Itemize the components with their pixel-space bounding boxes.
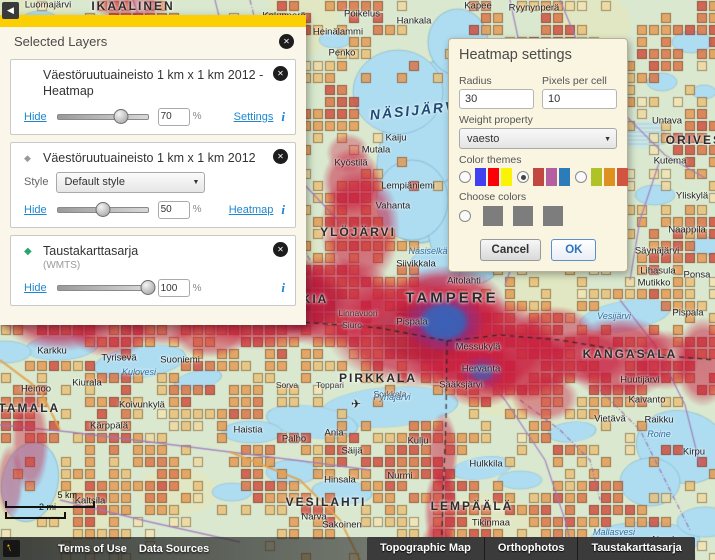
- layer-item-population-grid: ◆ Väestöruutuaineisto 1 km x 1 km 2012 ✕…: [10, 142, 296, 228]
- chevron-down-icon: ▼: [604, 129, 611, 150]
- selected-layers-panel: Selected Layers ✕ Väestöruutuaineisto 1 …: [0, 15, 306, 325]
- layer-info-icon[interactable]: i: [281, 280, 285, 296]
- color-swatch[interactable]: [501, 168, 512, 186]
- layer-info-icon[interactable]: i: [281, 202, 285, 218]
- hide-layer-link[interactable]: Hide: [24, 282, 47, 294]
- weight-property-value: vaesto: [467, 133, 499, 145]
- terms-of-use-link[interactable]: Terms of Use: [58, 543, 127, 555]
- ok-button[interactable]: OK: [551, 239, 596, 261]
- panel-accent-bar: [0, 15, 306, 27]
- theme-radio[interactable]: [575, 171, 587, 183]
- pixels-per-cell-label: Pixels per cell: [542, 75, 617, 87]
- wms-layer-icon: ◆: [24, 153, 31, 164]
- remove-layer-icon[interactable]: ✕: [273, 242, 288, 257]
- color-swatch[interactable]: [591, 168, 602, 186]
- custom-color-swatch[interactable]: [483, 206, 503, 226]
- hide-layer-link[interactable]: Hide: [24, 111, 47, 123]
- scale-km-label: 5 km: [57, 490, 77, 500]
- custom-colors-radio[interactable]: [459, 210, 471, 222]
- chevron-down-icon: ▼: [193, 173, 200, 192]
- weight-property-select[interactable]: vaesto ▼: [459, 128, 617, 149]
- opacity-slider-handle[interactable]: [95, 202, 110, 217]
- color-themes-label: Color themes: [459, 154, 617, 166]
- layer-subtitle: (WMTS): [43, 260, 267, 271]
- cancel-button[interactable]: Cancel: [480, 239, 542, 261]
- remove-layer-icon[interactable]: ✕: [273, 149, 288, 164]
- theme-radio[interactable]: [459, 171, 471, 183]
- opacity-slider-handle[interactable]: [113, 109, 128, 124]
- choose-colors-label: Choose colors: [459, 191, 617, 203]
- dialog-title: Heatmap settings: [459, 47, 617, 63]
- color-swatch[interactable]: [546, 168, 557, 186]
- basemap-topographic-button[interactable]: Topographic Map: [367, 537, 484, 560]
- opacity-slider[interactable]: [57, 285, 149, 291]
- basemap-taustakarttasarja-button[interactable]: Taustakarttasarja: [577, 537, 694, 560]
- chevron-left-icon: ◀: [7, 5, 14, 15]
- opacity-value-input[interactable]: [158, 201, 190, 219]
- layer-title: Taustakarttasarja: [43, 243, 267, 259]
- remove-layer-icon[interactable]: ✕: [273, 66, 288, 81]
- layer-title: Väestöruutuaineisto 1 km x 1 km 2012: [43, 150, 267, 166]
- radius-input[interactable]: [459, 89, 534, 109]
- pixels-per-cell-input[interactable]: [542, 89, 617, 109]
- hide-layer-link[interactable]: Hide: [24, 204, 47, 216]
- opacity-slider-handle[interactable]: [140, 280, 155, 295]
- heatmap-settings-dialog: Heatmap settings Radius Pixels per cell …: [448, 38, 628, 272]
- layer-title: Väestöruutuaineisto 1 km x 1 km 2012 - H…: [43, 67, 267, 100]
- style-select-value: Default style: [64, 176, 125, 188]
- basemap-switcher: Topographic Map Orthophotos Taustakartta…: [367, 537, 695, 560]
- wmts-layer-icon: ◆: [24, 246, 32, 257]
- color-theme-option[interactable]: [459, 168, 512, 186]
- custom-color-swatch[interactable]: [513, 206, 533, 226]
- data-sources-link[interactable]: Data Sources: [139, 543, 209, 555]
- close-panel-icon[interactable]: ✕: [279, 34, 294, 49]
- color-swatch[interactable]: [617, 168, 628, 186]
- style-label: Style: [24, 176, 48, 188]
- radius-label: Radius: [459, 75, 534, 87]
- color-swatch[interactable]: [475, 168, 486, 186]
- percent-label: %: [193, 204, 202, 215]
- layer-item-background-map: ◆ Taustakarttasarja (WMTS) ✕ Hide % i: [10, 235, 296, 306]
- theme-radio[interactable]: [517, 171, 529, 183]
- map-application: IKAALINENLuomajärviKolunperäPoikelusHank…: [0, 0, 715, 560]
- layer-item-heatmap: Väestöruutuaineisto 1 km x 1 km 2012 - H…: [10, 59, 296, 135]
- opacity-value-input[interactable]: [158, 108, 190, 126]
- scalebar-mi: 2 mi: [5, 512, 66, 519]
- percent-label: %: [193, 283, 202, 294]
- scale-mi-label: 2 mi: [39, 502, 56, 512]
- color-theme-options: [459, 168, 617, 186]
- percent-label: %: [193, 111, 202, 122]
- opacity-slider[interactable]: [57, 114, 149, 120]
- opacity-slider[interactable]: [57, 207, 149, 213]
- oskari-logo-icon: ↑: [3, 540, 20, 557]
- panel-header: Selected Layers ✕: [0, 27, 306, 59]
- layer-settings-link[interactable]: Settings: [234, 111, 274, 123]
- color-theme-option[interactable]: [575, 168, 628, 186]
- weight-property-label: Weight property: [459, 114, 617, 126]
- panel-title: Selected Layers: [14, 34, 107, 49]
- color-swatch[interactable]: [488, 168, 499, 186]
- custom-color-options: [459, 206, 617, 226]
- color-swatch[interactable]: [559, 168, 570, 186]
- map-scalebar: 5 km 2 mi: [5, 501, 95, 519]
- color-swatch[interactable]: [604, 168, 615, 186]
- style-select[interactable]: Default style ▼: [56, 172, 205, 193]
- collapse-panel-button[interactable]: ◀: [2, 2, 19, 19]
- custom-color-swatch[interactable]: [543, 206, 563, 226]
- opacity-value-input[interactable]: [158, 279, 190, 297]
- layer-heatmap-link[interactable]: Heatmap: [229, 204, 274, 216]
- layer-info-icon[interactable]: i: [281, 109, 285, 125]
- color-theme-option[interactable]: [517, 168, 570, 186]
- footer-bar: ↑ Terms of Use Data Sources: [0, 537, 370, 560]
- color-swatch[interactable]: [533, 168, 544, 186]
- basemap-orthophotos-button[interactable]: Orthophotos: [484, 537, 578, 560]
